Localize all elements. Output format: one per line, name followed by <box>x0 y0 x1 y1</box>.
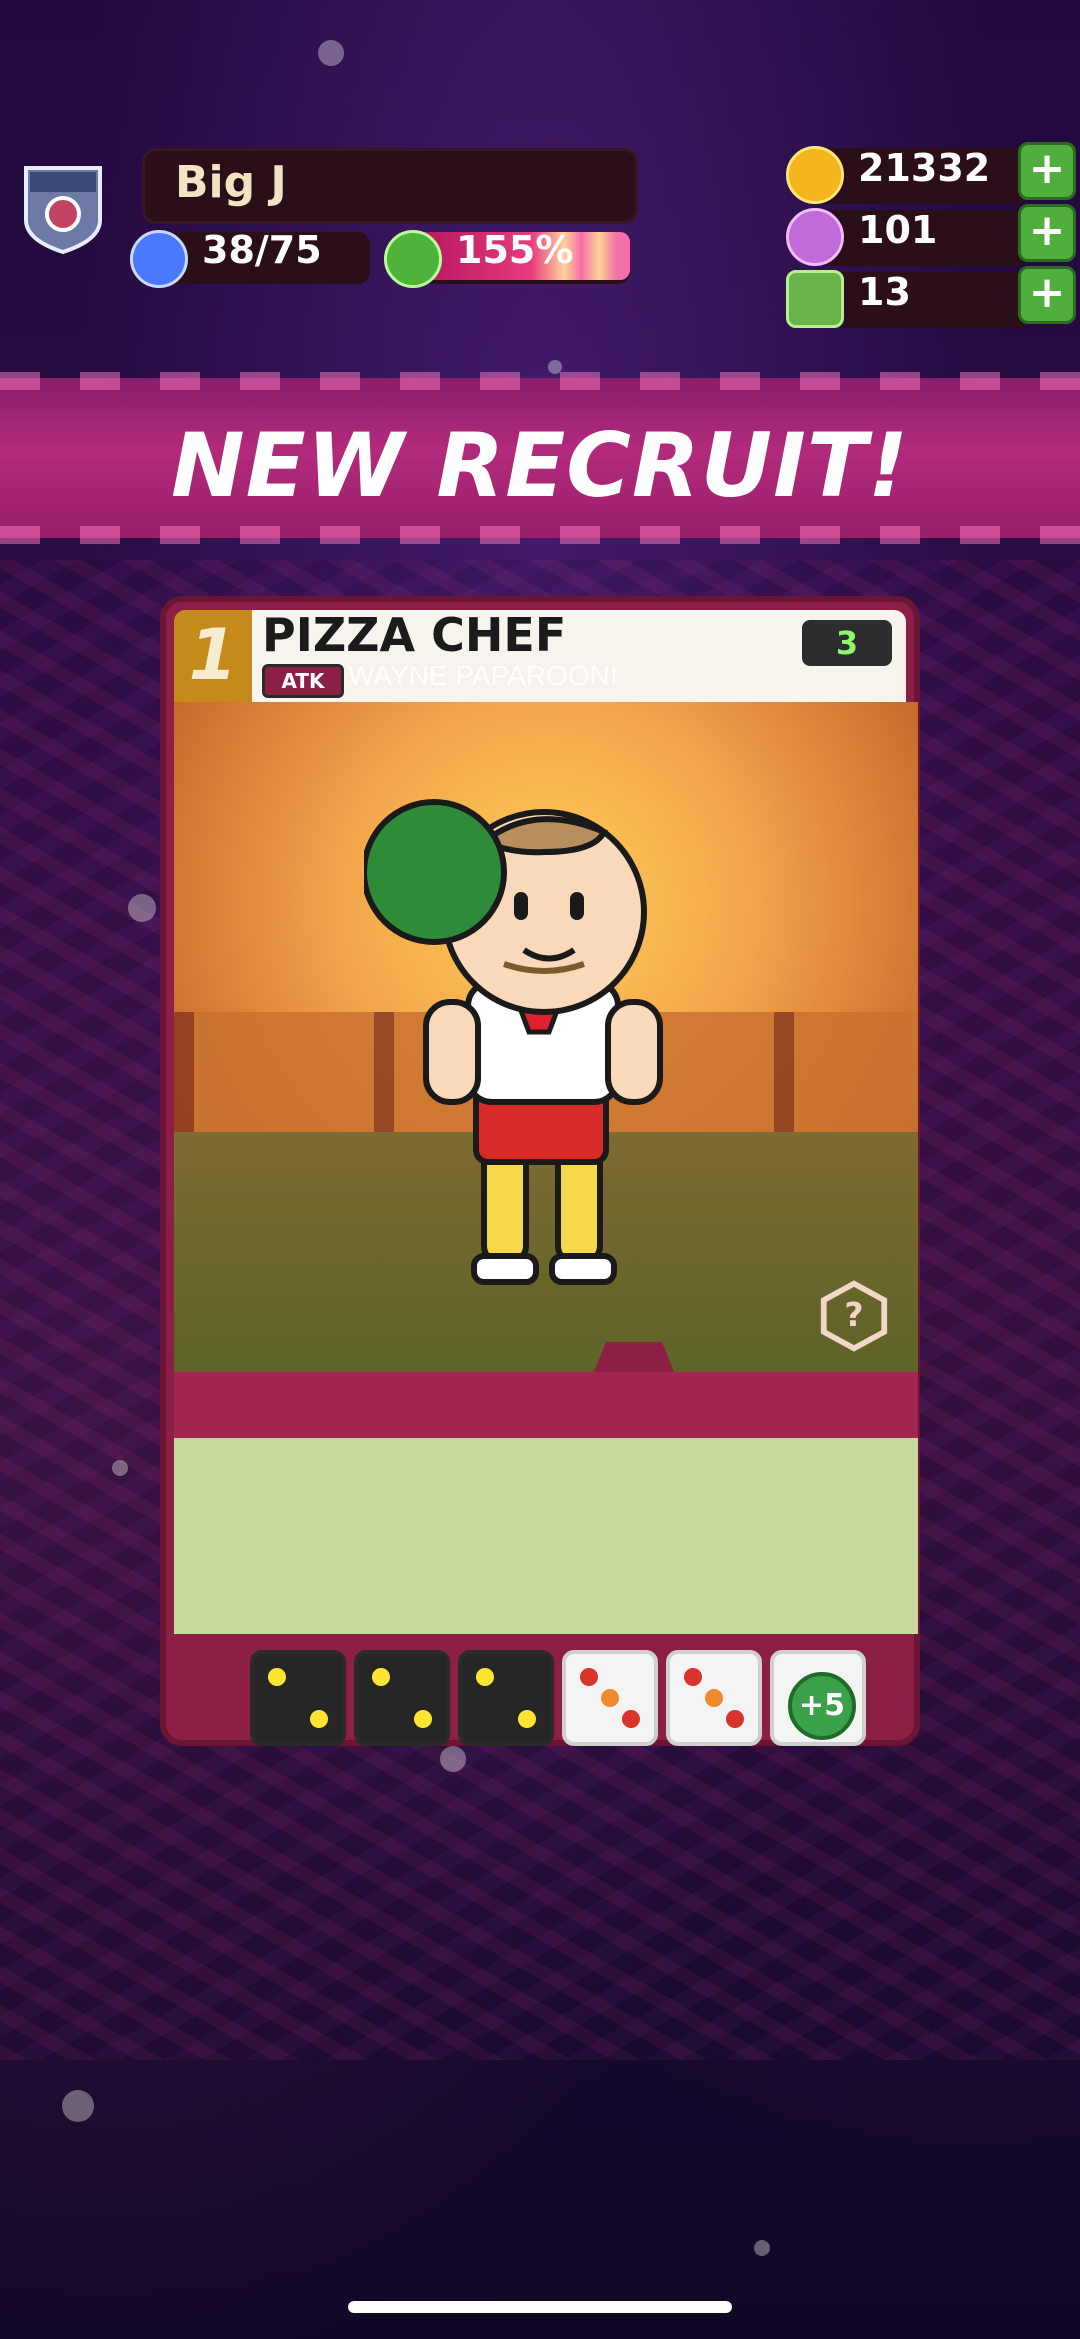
population-icon <box>130 230 188 288</box>
gem-icon <box>786 208 844 266</box>
home-indicator[interactable] <box>348 2301 732 2313</box>
profile-badge[interactable] <box>20 160 106 256</box>
character-art: ? <box>174 702 918 1372</box>
help-icon[interactable]: ? <box>818 1280 890 1352</box>
player-name-bar: Big J <box>142 148 638 224</box>
dice-row: +5 <box>250 1650 866 1746</box>
bokeh <box>440 1746 466 1772</box>
recruit-card[interactable]: 1 PIZZA CHEF ATK WAYNE PAPAROONI 3 ? +5 <box>160 596 920 1746</box>
card-title: PIZZA CHEF <box>262 608 567 662</box>
expand-tab[interactable] <box>594 1342 674 1372</box>
bokeh <box>754 2240 770 2256</box>
plus-five-icon: +5 <box>788 1672 856 1740</box>
shield-icon <box>24 166 102 255</box>
bokeh <box>62 2090 94 2122</box>
block-icon <box>786 270 844 328</box>
happiness-value: 155% <box>456 228 574 272</box>
blocks-value: 13 <box>858 270 911 314</box>
svg-text:?: ? <box>844 1295 863 1334</box>
bokeh <box>318 40 344 66</box>
banner-title: NEW RECRUIT! <box>170 414 910 517</box>
happiness-icon <box>384 230 442 288</box>
die-black-1 <box>250 1650 346 1746</box>
player-name: Big J <box>175 157 287 208</box>
add-gems-button[interactable]: + <box>1018 204 1076 262</box>
add-blocks-button[interactable]: + <box>1018 266 1076 324</box>
card-band <box>174 1372 918 1438</box>
gems-value: 101 <box>858 208 938 252</box>
add-coins-button[interactable]: + <box>1018 142 1076 200</box>
die-white-1 <box>562 1650 658 1746</box>
die-black-2 <box>354 1650 450 1746</box>
population-value: 38/75 <box>202 228 322 272</box>
bokeh <box>128 894 156 922</box>
card-cost: 3 <box>802 620 892 666</box>
coins-value: 21332 <box>858 146 991 190</box>
new-recruit-banner: NEW RECRUIT! <box>0 372 1080 544</box>
bokeh <box>112 1460 128 1476</box>
die-black-3 <box>458 1650 554 1746</box>
card-description-area <box>174 1438 918 1634</box>
card-level: 1 <box>174 610 252 702</box>
atk-badge: ATK <box>262 664 344 698</box>
character-name: WAYNE PAPAROONI <box>348 660 618 691</box>
die-white-2 <box>666 1650 762 1746</box>
pizza-chef-character <box>364 799 663 1285</box>
die-plus-five: +5 <box>770 1650 866 1746</box>
coin-icon <box>786 146 844 204</box>
